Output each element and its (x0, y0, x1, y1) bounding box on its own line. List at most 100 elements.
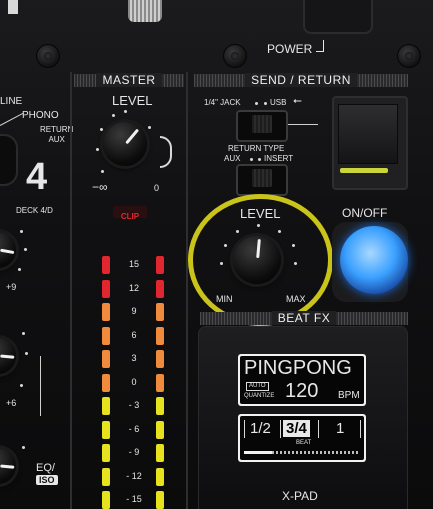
meter-segment (102, 303, 110, 321)
eq-iso-label: EQ/ (36, 462, 55, 474)
meter-scale-label: 6 (131, 329, 137, 340)
send-return-title: SEND / RETURN (245, 73, 357, 87)
return-type-toggle[interactable] (236, 164, 288, 196)
master-level-label: LEVEL (112, 93, 153, 108)
beat-separator (360, 420, 361, 438)
meter-scale-label: 0 (131, 376, 137, 387)
usb-indicator (340, 168, 388, 173)
indicator-dot (250, 158, 253, 161)
master-max-label: 0 (154, 183, 160, 193)
top-bar (8, 0, 18, 14)
scale-dot (278, 230, 281, 233)
meter-segment (102, 420, 110, 439)
usb-port-cover (338, 104, 398, 164)
scale-dot (148, 126, 151, 129)
scale-dot (20, 230, 23, 233)
deck-label: DECK 4/D (16, 206, 53, 215)
power-bracket (316, 40, 324, 52)
master-header: MASTER (74, 73, 184, 87)
scale-dot (236, 230, 239, 233)
meter-segment (156, 350, 164, 368)
meter-segment (156, 373, 164, 392)
meter-segment (102, 279, 110, 298)
scale-dot (257, 224, 260, 227)
level-meter-right (156, 256, 164, 509)
meter-segment (156, 397, 164, 415)
eq-max-mark: +6 (6, 398, 17, 408)
eq-bracket (40, 356, 41, 416)
scale-dot (224, 244, 227, 247)
quantize-badge: QUANTIZE (244, 393, 275, 399)
meter-segment (156, 491, 164, 509)
on-off-button[interactable] (340, 226, 408, 294)
master-level-knob[interactable] (103, 122, 147, 166)
phono-label: PHONO (22, 110, 59, 121)
master-min-label: −∞ (92, 180, 108, 194)
indicator-dot (255, 102, 258, 105)
beat-progress-fill (244, 451, 272, 454)
meter-segment (102, 350, 110, 368)
scale-dot (112, 114, 115, 117)
indicator-dot (264, 102, 267, 105)
return-type-label: RETURN TYPE (228, 144, 285, 153)
line-label: LINE (0, 96, 23, 107)
scale-dot (100, 128, 103, 131)
screw-icon (36, 44, 60, 68)
trim-max-mark: +9 (6, 282, 17, 292)
master-max-arc (160, 136, 172, 168)
scale-dot (101, 170, 104, 173)
knob-stem (128, 0, 162, 22)
beat-fx-header: BEAT FX (200, 311, 408, 325)
scale-dot (292, 244, 295, 247)
meter-scale-label: 9 (131, 306, 137, 316)
meter-segment (156, 467, 164, 486)
return-aux-label: RETURN AUX (40, 125, 74, 144)
meter-segment (102, 397, 110, 415)
master-title: MASTER (96, 73, 162, 87)
beat-separator (318, 420, 319, 438)
screw-icon (223, 44, 247, 68)
iso-badge: ISO (36, 475, 58, 485)
scale-dot (22, 446, 25, 449)
usb-label: USB (270, 98, 287, 107)
meter-scale-label: - 15 (126, 494, 142, 504)
input-selector-knob[interactable] (0, 134, 18, 186)
meter-scale: 15 12 9 6 3 0 - 3 - 6 - 9 - 12 - 15 (116, 256, 152, 509)
scale-dot (220, 262, 223, 265)
effect-name: PINGPONG (244, 357, 352, 379)
beat-option[interactable]: 1/2 (250, 420, 271, 437)
meter-scale-label: - 12 (126, 470, 142, 481)
power-socket (303, 0, 373, 34)
meter-segment (156, 444, 164, 462)
insert-label: INSERT (264, 154, 294, 163)
beat-label: BEAT (296, 440, 312, 446)
level-meter-left (102, 256, 110, 509)
send-level-label: LEVEL (240, 206, 281, 221)
meter-segment (102, 444, 110, 462)
send-return-header: SEND / RETURN (194, 73, 408, 87)
beat-option[interactable]: 1 (336, 420, 344, 437)
scale-dot (24, 248, 27, 251)
meter-segment (102, 256, 110, 274)
send-min-label: MIN (216, 294, 233, 304)
clip-badge: CLIP (113, 206, 147, 221)
meter-segment (102, 373, 110, 392)
source-toggle[interactable] (236, 110, 288, 142)
jack-label: 1/4" JACK (204, 98, 241, 107)
beat-separator (244, 420, 245, 438)
on-off-label: ON/OFF (342, 206, 388, 220)
meter-segment (156, 326, 164, 345)
send-level-knob[interactable] (233, 236, 281, 284)
auto-badge: AUTO (246, 382, 269, 391)
beat-option-selected[interactable]: 3/4 (283, 420, 310, 437)
meter-segment (102, 491, 110, 509)
meter-scale-label: 15 (128, 259, 139, 269)
scale-dot (25, 352, 28, 355)
usb-icon: ⭠ (293, 95, 302, 107)
meter-scale-label: 3 (131, 353, 137, 363)
send-max-label: MAX (286, 294, 306, 304)
meter-segment (102, 326, 110, 345)
meter-scale-label: - 6 (128, 423, 140, 434)
bpm-value: 120 (285, 380, 319, 402)
scale-dot (96, 148, 99, 151)
